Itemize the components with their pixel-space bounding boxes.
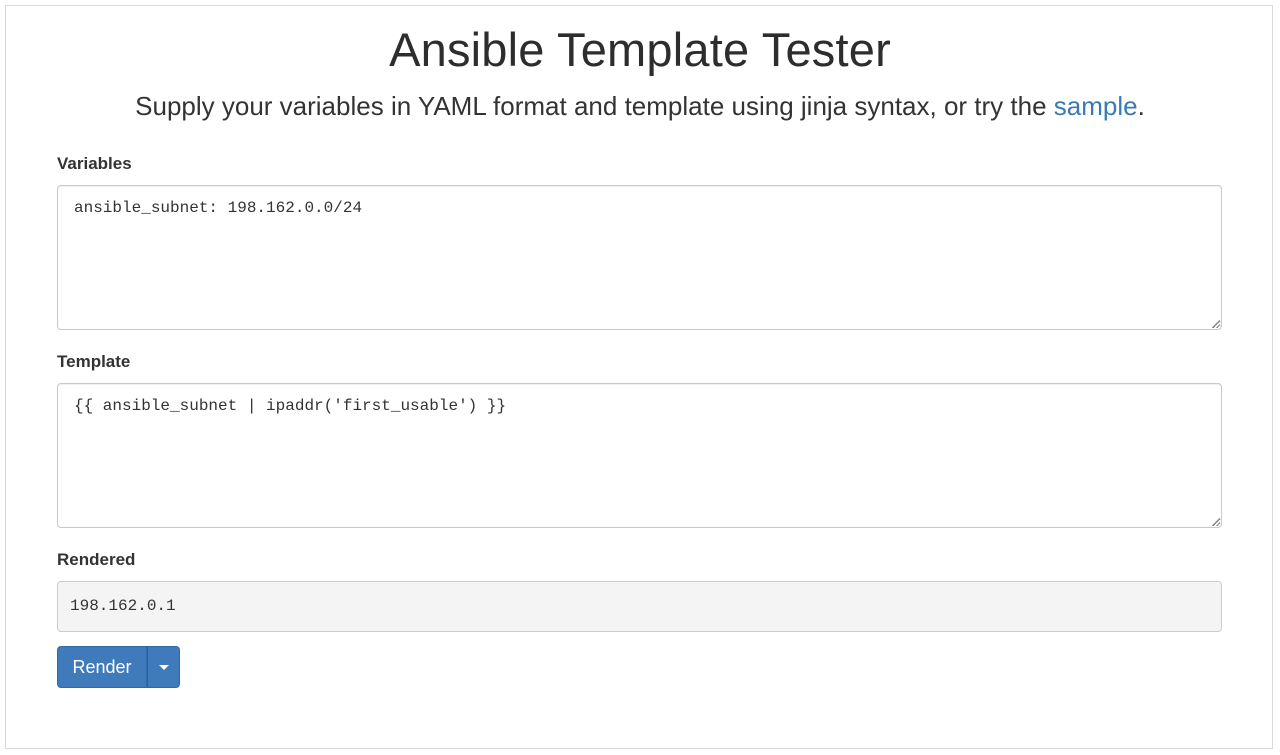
variables-label: Variables [57, 154, 132, 173]
page-subtitle: Supply your variables in YAML format and… [0, 91, 1280, 122]
subtitle-text: Supply your variables in YAML format and… [135, 91, 1054, 121]
template-editor[interactable]: {{ ansible_subnet | ipaddr('first_usable… [57, 383, 1222, 528]
rendered-label: Rendered [57, 550, 136, 569]
caret-down-icon [158, 664, 169, 670]
rendered-output: 198.162.0.1 [57, 581, 1222, 632]
variables-editor[interactable]: ansible_subnet: 198.162.0.0/24 [57, 185, 1222, 330]
template-label: Template [57, 352, 131, 371]
subtitle-period: . [1137, 91, 1145, 121]
variables-resize-grip-icon[interactable] [1212, 320, 1220, 328]
page-title: Ansible Template Tester [389, 23, 891, 76]
render-button-group: Render [57, 646, 180, 688]
template-resize-grip-icon[interactable] [1212, 518, 1220, 526]
sample-link[interactable]: sample [1054, 91, 1138, 121]
render-options-dropdown-button[interactable] [147, 646, 180, 688]
render-button[interactable]: Render [57, 646, 147, 688]
